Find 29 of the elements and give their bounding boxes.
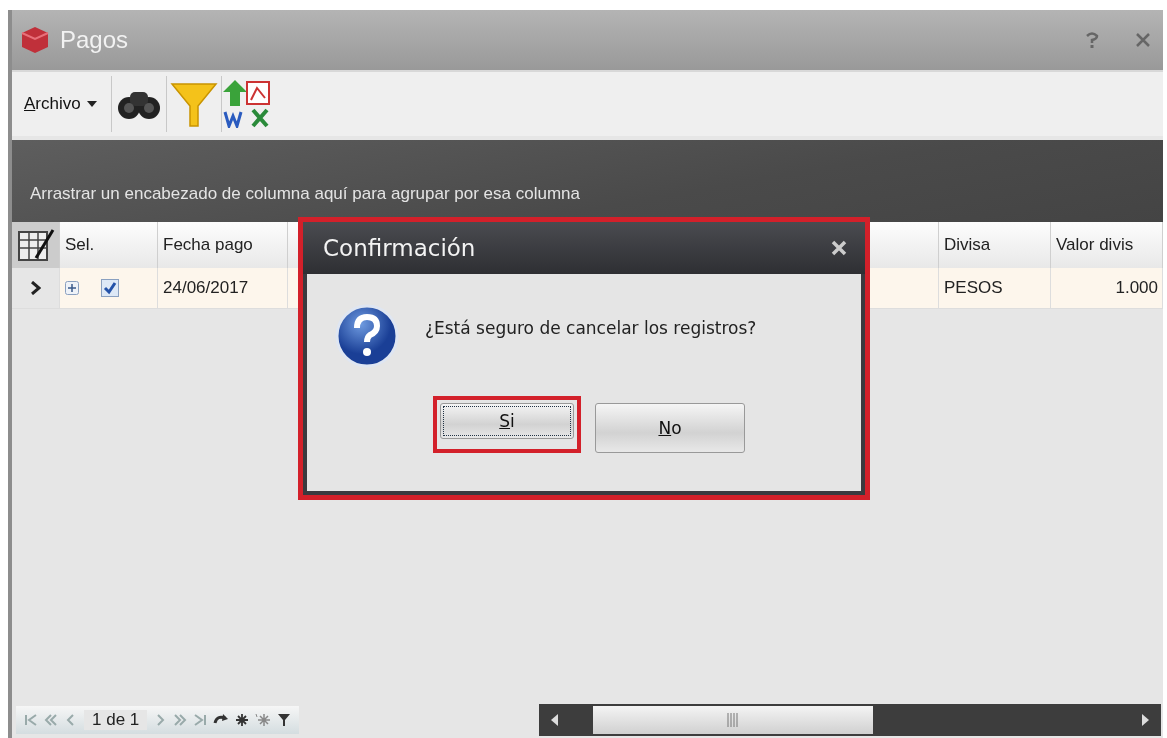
asterisk-icon[interactable] — [235, 713, 250, 727]
dialog-button[interactable]: No — [595, 403, 745, 453]
dialog-title: Confirmación — [323, 235, 476, 261]
current-row-icon — [30, 281, 41, 295]
page-indicator: 1 de 1 — [84, 710, 148, 730]
grip-icon — [727, 713, 739, 727]
caret-icon — [86, 101, 97, 107]
column-chooser-icon[interactable] — [12, 222, 60, 268]
table-cell: 1.000 — [1051, 268, 1163, 308]
archivo-menu[interactable]: Archivo — [12, 76, 111, 132]
expand-icon[interactable] — [65, 281, 79, 295]
help-icon[interactable] — [1085, 32, 1099, 48]
filter-icon[interactable] — [277, 713, 292, 727]
pager-nav-icon[interactable] — [193, 713, 208, 727]
table-cell: PESOS — [939, 268, 1051, 308]
pager-nav-icon[interactable] — [24, 713, 38, 727]
table-cell: 24/06/2017 — [158, 268, 288, 308]
pager-nav-icon[interactable] — [173, 713, 188, 727]
question-icon — [335, 304, 399, 368]
pager-nav-icon[interactable] — [44, 713, 58, 727]
scroll-left-icon[interactable] — [549, 713, 559, 727]
window-title: Pagos — [60, 26, 129, 54]
group-by-hint: Arrastrar un encabezado de columna aquí para agrupar por esa columna — [30, 184, 580, 204]
horizontal-scrollbar[interactable] — [539, 704, 1161, 736]
dialog-message: ¿Está seguro de cancelar los registros? — [425, 318, 757, 338]
checkbox[interactable] — [101, 279, 119, 297]
scroll-thumb[interactable] — [593, 706, 873, 734]
dialog-button[interactable]: Si — [440, 403, 574, 439]
scroll-right-icon[interactable] — [1141, 713, 1151, 727]
